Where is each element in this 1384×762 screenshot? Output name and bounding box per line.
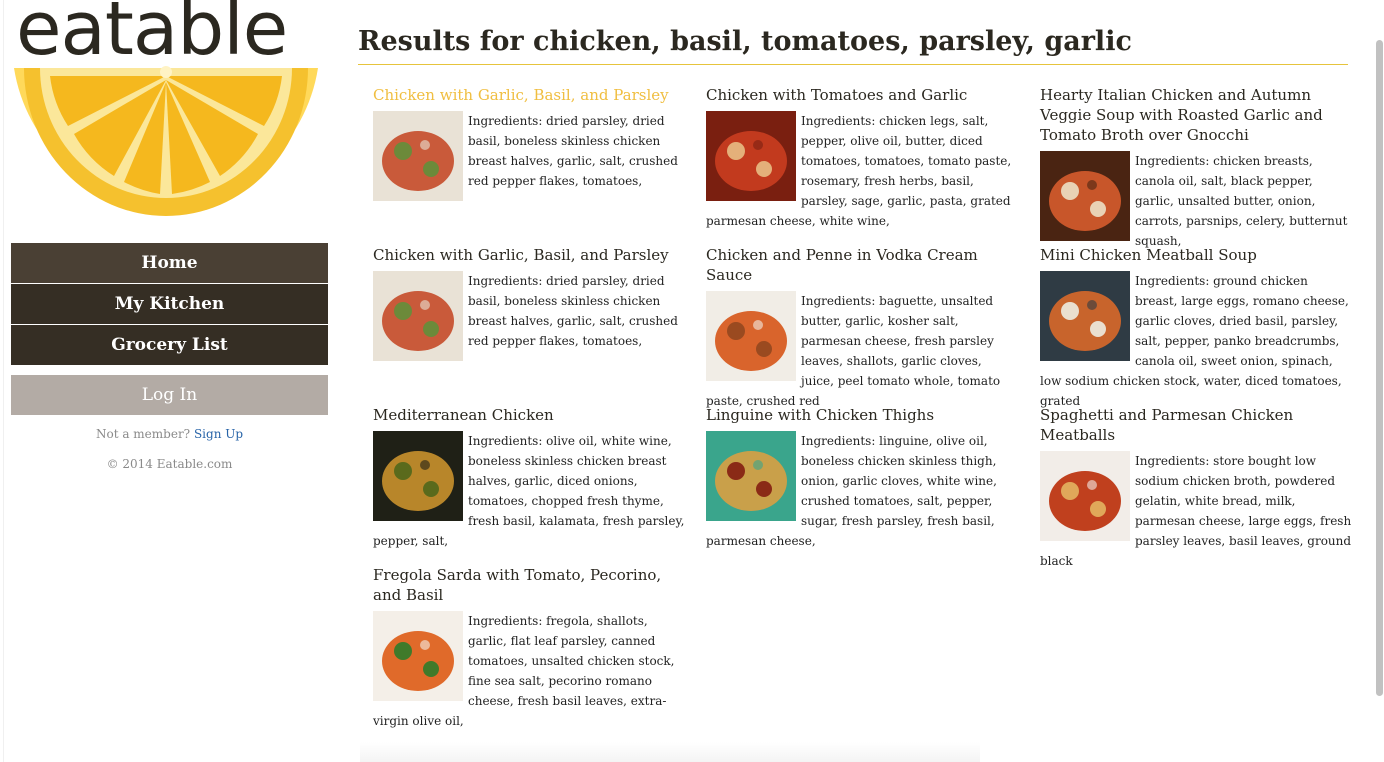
brand-logo[interactable]: eatable <box>10 0 330 238</box>
recipe-card: Chicken and Penne in Vodka Cream Sauce I… <box>706 245 1018 411</box>
food-photo-icon <box>373 271 463 361</box>
recipe-body: Ingredients: linguine, olive oil, bonele… <box>706 431 1018 551</box>
food-photo-icon <box>1040 271 1130 361</box>
member-prompt-line: Not a member? Sign Up <box>11 427 328 441</box>
recipe-title-link[interactable]: Mini Chicken Meatball Soup <box>1040 245 1352 265</box>
recipe-thumbnail[interactable] <box>1040 451 1130 541</box>
recipe-title-link[interactable]: Chicken with Garlic, Basil, and Parsley <box>373 245 685 265</box>
recipe-body: Ingredients: chicken legs, salt, pepper,… <box>706 111 1018 231</box>
recipe-card: Mini Chicken Meatball Soup Ingredients: … <box>1040 245 1352 411</box>
food-photo-icon <box>1040 451 1130 541</box>
signup-link[interactable]: Sign Up <box>194 427 243 441</box>
food-photo-icon <box>706 291 796 381</box>
recipe-ingredients: Ingredients: dried parsley, dried basil,… <box>468 274 678 348</box>
nav-my-kitchen[interactable]: My Kitchen <box>11 284 328 324</box>
copyright: © 2014 Eatable.com <box>106 457 233 471</box>
lemon-icon <box>14 66 318 216</box>
recipe-body: Ingredients: fregola, shallots, garlic, … <box>373 611 685 731</box>
recipe-title-link[interactable]: Chicken and Penne in Vodka Cream Sauce <box>706 245 1018 285</box>
sidebar: eatable Home My Kitchen Grocery List Log… <box>0 0 340 762</box>
recipe-thumbnail[interactable] <box>1040 151 1130 241</box>
food-photo-icon <box>373 611 463 701</box>
recipe-title-link[interactable]: Linguine with Chicken Thighs <box>706 405 1018 425</box>
recipe-body: Ingredients: dried parsley, dried basil,… <box>373 271 685 361</box>
recipe-thumbnail[interactable] <box>373 271 463 361</box>
recipe-card: Spaghetti and Parmesan Chicken Meatballs… <box>1040 405 1352 571</box>
member-prompt: Not a member? <box>95 427 191 441</box>
nav-home[interactable]: Home <box>11 243 328 283</box>
food-photo-icon <box>373 111 463 201</box>
food-photo-icon <box>1040 151 1130 241</box>
recipe-card: Chicken with Tomatoes and Garlic Ingredi… <box>706 85 1018 231</box>
recipe-thumbnail[interactable] <box>706 291 796 381</box>
recipe-body: Ingredients: olive oil, white wine, bone… <box>373 431 685 551</box>
scrollbar-thumb[interactable] <box>1376 40 1383 696</box>
page-title: Results for chicken, basil, tomatoes, pa… <box>358 26 1132 57</box>
recipe-body: Ingredients: ground chicken breast, larg… <box>1040 271 1352 411</box>
food-photo-icon <box>706 431 796 521</box>
recipe-thumbnail[interactable] <box>373 611 463 701</box>
recipe-thumbnail[interactable] <box>706 111 796 201</box>
recipe-thumbnail[interactable] <box>373 111 463 201</box>
recipe-body: Ingredients: store bought low sodium chi… <box>1040 451 1352 571</box>
recipe-body: Ingredients: baguette, unsalted butter, … <box>706 291 1018 411</box>
recipe-title-link[interactable]: Chicken with Garlic, Basil, and Parsley <box>373 85 685 105</box>
main-nav: Home My Kitchen Grocery List <box>11 243 328 366</box>
recipe-thumbnail[interactable] <box>373 431 463 521</box>
recipe-card: Chicken with Garlic, Basil, and Parsley … <box>373 85 685 201</box>
recipe-card: Fregola Sarda with Tomato, Pecorino, and… <box>373 565 685 731</box>
title-divider <box>358 64 1348 65</box>
recipe-title-link[interactable]: Fregola Sarda with Tomato, Pecorino, and… <box>373 565 685 605</box>
recipe-body: Ingredients: dried parsley, dried basil,… <box>373 111 685 201</box>
recipe-body: Ingredients: chicken breasts, canola oil… <box>1040 151 1352 251</box>
nav-grocery-list[interactable]: Grocery List <box>11 325 328 365</box>
recipe-card: Linguine with Chicken Thighs Ingredients… <box>706 405 1018 551</box>
recipe-ingredients: Ingredients: chicken breasts, canola oil… <box>1135 154 1348 248</box>
recipe-title-link[interactable]: Mediterranean Chicken <box>373 405 685 425</box>
recipe-thumbnail[interactable] <box>706 431 796 521</box>
footer-shadow <box>360 742 980 762</box>
recipe-card: Mediterranean Chicken Ingredients: olive… <box>373 405 685 551</box>
recipe-title-link[interactable]: Spaghetti and Parmesan Chicken Meatballs <box>1040 405 1352 445</box>
food-photo-icon <box>706 111 796 201</box>
recipe-card: Hearty Italian Chicken and Autumn Veggie… <box>1040 85 1352 251</box>
recipe-thumbnail[interactable] <box>1040 271 1130 361</box>
recipe-ingredients: Ingredients: dried parsley, dried basil,… <box>468 114 678 188</box>
recipe-title-link[interactable]: Hearty Italian Chicken and Autumn Veggie… <box>1040 85 1352 145</box>
food-photo-icon <box>373 431 463 521</box>
recipe-card: Chicken with Garlic, Basil, and Parsley … <box>373 245 685 361</box>
login-button[interactable]: Log In <box>11 375 328 415</box>
logo-wordmark: eatable <box>16 0 288 72</box>
recipe-title-link[interactable]: Chicken with Tomatoes and Garlic <box>706 85 1018 105</box>
